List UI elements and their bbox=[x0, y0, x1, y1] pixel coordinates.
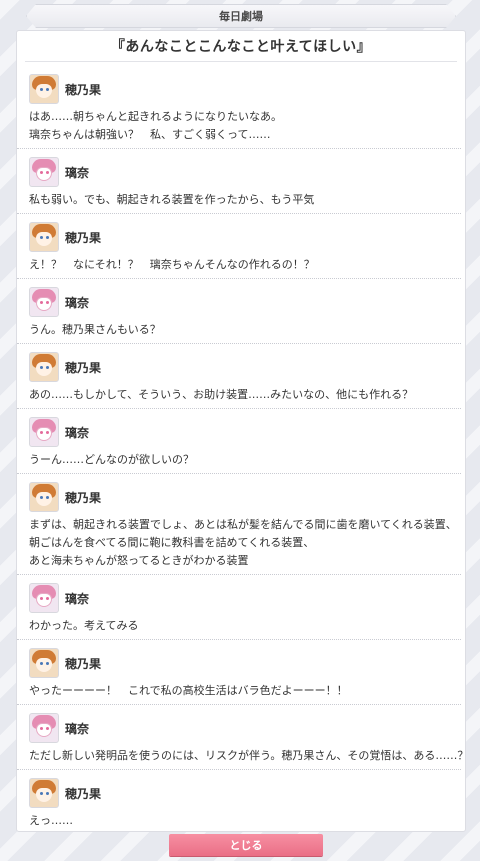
avatar bbox=[29, 648, 59, 678]
story-panel[interactable]: 『あんなことこんなこと叶えてほしい』 穂乃果はあ……朝ちゃんと起きれるようになり… bbox=[16, 30, 466, 832]
dialogue-entry: 璃奈うん。穂乃果さんもいる？ bbox=[17, 279, 461, 344]
avatar bbox=[29, 222, 59, 252]
speaker-row: 穂乃果 bbox=[29, 640, 445, 680]
speaker-name: 璃奈 bbox=[65, 721, 90, 736]
dialogue-entry: 穂乃果はあ……朝ちゃんと起きれるようになりたいなあ。 璃奈ちゃんは朝強い？ 私、す… bbox=[17, 66, 461, 149]
avatar bbox=[29, 482, 59, 512]
dialogue-line: うーん……どんなのが欲しいの？ bbox=[29, 453, 194, 466]
speaker-name: 璃奈 bbox=[65, 165, 90, 180]
header-bar: 毎日劇場 bbox=[26, 4, 456, 28]
dialogue-text: まずは、朝起きれる装置でしょ、あとは私が髪を結んでる間に歯を磨いてくれる装置、朝… bbox=[29, 514, 457, 574]
speaker-row: 璃奈 bbox=[29, 705, 445, 745]
dialogue-entry: 璃奈うーん……どんなのが欲しいの？ bbox=[17, 409, 461, 474]
speaker-name: 穂乃果 bbox=[65, 230, 102, 245]
header-title: 毎日劇場 bbox=[219, 10, 263, 23]
dialogue-entry: 璃奈ただし新しい発明品を使うのには、リスクが伴う。穂乃果さん、その覚悟は、ある…… bbox=[17, 705, 466, 770]
dialogue-entry: 璃奈私も弱い。でも、朝起きれる装置を作ったから、もう平気 bbox=[17, 149, 461, 214]
speaker-name: 穂乃果 bbox=[65, 490, 102, 505]
avatar bbox=[29, 583, 59, 613]
speaker-name: 璃奈 bbox=[65, 425, 90, 440]
dialogue-line: まずは、朝起きれる装置でしょ、あとは私が髪を結んでる間に歯を磨いてくれる装置、 bbox=[29, 518, 457, 531]
avatar bbox=[29, 74, 59, 104]
dialogue-list: 穂乃果 はあ……朝ちゃんと起きれるようになりたいなあ。 璃奈ちゃんは朝強い？ 私、す… bbox=[17, 62, 466, 831]
avatar bbox=[29, 287, 59, 317]
dialogue-entry: 穂乃果やったーーーー！ これで私の高校生活はバラ色だよーーー！！ bbox=[17, 640, 461, 705]
speaker-name: 穂乃果 bbox=[65, 656, 102, 671]
dialogue-entry: 穂乃果えっ…… bbox=[17, 770, 461, 831]
dialogue-text: うん。穂乃果さんもいる？ bbox=[29, 319, 445, 343]
speaker-name: 璃奈 bbox=[65, 591, 90, 606]
speaker-row: 穂乃果 bbox=[29, 344, 445, 384]
dialogue-text: やったーーーー！ これで私の高校生活はバラ色だよーーー！！ bbox=[29, 680, 445, 704]
dialogue-text: はあ……朝ちゃんと起きれるようになりたいなあ。 璃奈ちゃんは朝強い？ 私、すごく弱… bbox=[29, 106, 445, 148]
speaker-row: 璃奈 bbox=[29, 575, 445, 615]
close-button[interactable]: とじる bbox=[169, 834, 323, 856]
speaker-name: 穂乃果 bbox=[65, 360, 102, 375]
speaker-name: 穂乃果 bbox=[65, 786, 102, 801]
dialogue-text: わかった。考えてみる bbox=[29, 615, 445, 639]
dialogue-line: 朝ごはんを食べてる間に鞄に教科書を詰めてくれる装置、 bbox=[29, 536, 315, 549]
dialogue-line: はあ……朝ちゃんと起きれるようになりたいなあ。 bbox=[29, 110, 282, 123]
dialogue-text: え！？ なにそれ！？ 璃奈ちゃんそんなの作れるの！？ bbox=[29, 254, 445, 278]
avatar bbox=[29, 417, 59, 447]
dialogue-line: うん。穂乃果さんもいる？ bbox=[29, 323, 161, 336]
speaker-row: 穂乃果 bbox=[29, 66, 445, 106]
dialogue-text: 私も弱い。でも、朝起きれる装置を作ったから、もう平気 bbox=[29, 189, 445, 213]
dialogue-line: やったーーーー！ これで私の高校生活はバラ色だよーーー！！ bbox=[29, 684, 348, 697]
speaker-row: 璃奈 bbox=[29, 279, 445, 319]
dialogue-text: あの……もしかして、そういう、お助け装置……みたいなの、他にも作れる？ bbox=[29, 384, 445, 408]
dialogue-line: あと海未ちゃんが怒ってるときがわかる装置 bbox=[29, 554, 249, 567]
dialogue-line: 璃奈ちゃんは朝強い？ 私、すごく弱くって…… bbox=[29, 128, 271, 141]
dialogue-entry: 穂乃果まずは、朝起きれる装置でしょ、あとは私が髪を結んでる間に歯を磨いてくれる装… bbox=[17, 474, 461, 575]
avatar bbox=[29, 713, 59, 743]
dialogue-entry: 璃奈わかった。考えてみる bbox=[17, 575, 461, 640]
speaker-row: 穂乃果 bbox=[29, 770, 445, 810]
avatar bbox=[29, 352, 59, 382]
speaker-row: 璃奈 bbox=[29, 409, 445, 449]
speaker-name: 穂乃果 bbox=[65, 82, 102, 97]
speaker-row: 璃奈 bbox=[29, 149, 445, 189]
dialogue-line: あの……もしかして、そういう、お助け装置……みたいなの、他にも作れる？ bbox=[29, 388, 414, 401]
dialogue-entry: 穂乃果え！？ なにそれ！？ 璃奈ちゃんそんなの作れるの！？ bbox=[17, 214, 461, 279]
dialogue-text: うーん……どんなのが欲しいの？ bbox=[29, 449, 445, 473]
dialogue-entry: 穂乃果あの……もしかして、そういう、お助け装置……みたいなの、他にも作れる？ bbox=[17, 344, 461, 409]
speaker-name: 璃奈 bbox=[65, 295, 90, 310]
dialogue-line: えっ…… bbox=[29, 814, 73, 827]
dialogue-line: ただし新しい発明品を使うのには、リスクが伴う。穂乃果さん、その覚悟は、ある……？ bbox=[29, 749, 466, 762]
dialogue-line: わかった。考えてみる bbox=[29, 619, 139, 632]
episode-title: 『あんなことこんなこと叶えてほしい』 bbox=[110, 39, 372, 55]
speaker-row: 穂乃果 bbox=[29, 214, 445, 254]
avatar bbox=[29, 778, 59, 808]
close-button-label: とじる bbox=[229, 839, 263, 852]
dialogue-line: 私も弱い。でも、朝起きれる装置を作ったから、もう平気 bbox=[29, 193, 315, 206]
avatar bbox=[29, 157, 59, 187]
dialogue-line: え！？ なにそれ！？ 璃奈ちゃんそんなの作れるの！？ bbox=[29, 258, 315, 271]
speaker-row: 穂乃果 bbox=[29, 474, 445, 514]
footer: とじる bbox=[0, 829, 480, 861]
dialogue-text: ただし新しい発明品を使うのには、リスクが伴う。穂乃果さん、その覚悟は、ある……？ bbox=[29, 745, 466, 769]
